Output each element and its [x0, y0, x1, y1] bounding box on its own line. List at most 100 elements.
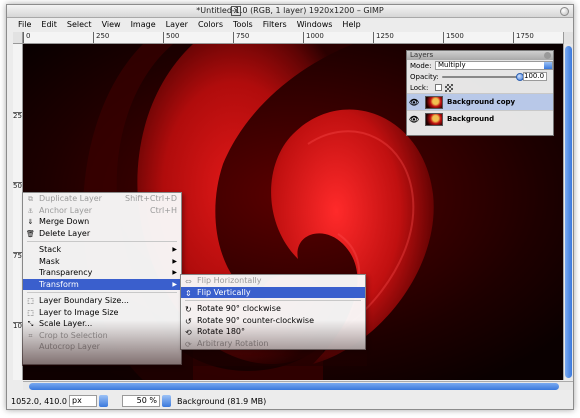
menu-item-layer-boundary-size[interactable]: ⬚ Layer Boundary Size... [23, 295, 181, 307]
anchor-icon: ⚓ [27, 206, 34, 215]
horizontal-scrollbar[interactable] [23, 381, 573, 390]
navigate-icon[interactable] [563, 32, 573, 44]
zoom-field[interactable]: 50 % [122, 395, 160, 407]
menu-item-delete-layer[interactable]: 🗑 Delete Layer [23, 228, 181, 240]
opacity-row: Opacity: 100.0 [407, 71, 553, 82]
menu-item-rotate-90-cw[interactable]: ↻ Rotate 90° clockwise [181, 303, 365, 315]
menu-edit[interactable]: Edit [36, 19, 62, 31]
menu-item-flip-vertically[interactable]: ⇕ Flip Vertically [181, 286, 365, 298]
menu-item-label: Layer Boundary Size... [39, 296, 129, 305]
menu-item-anchor-layer[interactable]: ⚓ Anchor Layer Ctrl+H [23, 205, 181, 217]
quick-mask-toggle[interactable] [13, 32, 23, 44]
menu-item-label: Transparency [39, 268, 93, 277]
ruler-label: 250 [93, 32, 109, 43]
menu-item-scale-layer[interactable]: ⤡ Scale Layer... [23, 318, 181, 330]
lock-label: Lock: [410, 83, 429, 92]
menu-item-arbitrary-rotation[interactable]: ⟳ Arbitrary Rotation [181, 338, 365, 350]
submenu-arrow-icon: ▶ [172, 280, 177, 288]
menu-item-label: Rotate 90° counter-clockwise [197, 315, 315, 325]
status-bar: 1052.0, 410.0 px 50 % Background (81.9 M… [7, 391, 573, 409]
menu-item-autocrop-layer[interactable]: Autocrop Layer [23, 341, 181, 353]
duplicate-icon: ⧉ [28, 195, 33, 203]
layers-panel-header: Layers [407, 51, 553, 60]
menu-item-rotate-180[interactable]: ⟲ Rotate 180° [181, 326, 365, 338]
vertical-scroll-thumb[interactable] [565, 46, 572, 378]
menu-colors[interactable]: Colors [193, 19, 228, 31]
rotate-arbitrary-icon: ⟳ [185, 339, 192, 349]
menu-item-label: Rotate 180° [197, 327, 246, 336]
menu-item-flip-horizontally[interactable]: ⇔ Flip Horizontally [181, 275, 365, 287]
opacity-value[interactable]: 100.0 [523, 72, 547, 81]
menu-item-label: Crop to Selection [39, 330, 108, 340]
menu-item-rotate-90-ccw[interactable]: ↺ Rotate 90° counter-clockwise [181, 315, 365, 327]
ruler-label: 250 [13, 112, 22, 120]
fit-icon: ⬚ [27, 308, 34, 317]
lock-alpha-icon[interactable] [445, 83, 453, 92]
horizontal-scroll-thumb[interactable] [29, 383, 559, 390]
horizontal-ruler[interactable]: 0 250 500 750 1000 1250 1500 1750 [23, 32, 565, 44]
mode-select[interactable]: Multiply [435, 61, 553, 70]
mode-value: Multiply [438, 61, 466, 69]
lock-pixels-checkbox[interactable] [435, 84, 442, 91]
menu-item-label: Transform [39, 279, 79, 289]
menu-item-layer-to-image-size[interactable]: ⬚ Layer to Image Size [23, 307, 181, 319]
unit-dropdown-icon[interactable] [99, 395, 108, 407]
menu-item-stack[interactable]: Stack ▶ [23, 244, 181, 256]
menu-tools[interactable]: Tools [228, 19, 258, 31]
ruler-label: 0 [23, 32, 30, 43]
transform-submenu: ⇔ Flip Horizontally ⇕ Flip Vertically ↻ … [180, 274, 366, 350]
layers-panel: Layers Mode: Multiply Opacity: 100.0 Loc… [406, 50, 554, 136]
menu-item-label: Arbitrary Rotation [197, 338, 269, 348]
eye-icon[interactable]: 👁 [407, 98, 421, 107]
menubar: File Edit Select View Image Layer Colors… [7, 19, 573, 31]
layer-row-background-copy[interactable]: 👁 Background copy [407, 93, 553, 110]
scale-icon: ⤡ [27, 320, 34, 328]
layers-panel-title: Layers [410, 51, 434, 59]
menu-filters[interactable]: Filters [258, 19, 292, 31]
unit-select[interactable]: px [69, 395, 97, 407]
layer-row-background[interactable]: 👁 Background [407, 110, 553, 127]
menu-separator [27, 292, 177, 293]
ruler-label: 1000 [303, 32, 324, 43]
layer-name: Background [447, 115, 495, 123]
menu-item-label: Anchor Layer [39, 205, 93, 215]
eye-icon[interactable]: 👁 [407, 115, 421, 124]
menu-item-transform[interactable]: Transform ▶ [23, 278, 181, 290]
ruler-label: 1250 [373, 32, 394, 43]
boundary-icon: ⬚ [27, 297, 34, 305]
flip-vertical-icon: ⇕ [185, 288, 192, 298]
menu-view[interactable]: View [97, 19, 126, 31]
menu-separator [27, 241, 177, 242]
menu-item-label: Merge Down [39, 217, 90, 226]
zoom-dropdown-icon[interactable] [162, 395, 171, 407]
chevron-down-icon [544, 62, 552, 69]
layer-context-menu: ⧉ Duplicate Layer Shift+Ctrl+D ⚓ Anchor … [22, 192, 182, 365]
shortcut-label: Shift+Ctrl+D [125, 194, 177, 203]
menu-item-mask[interactable]: Mask ▶ [23, 256, 181, 268]
menu-item-duplicate-layer[interactable]: ⧉ Duplicate Layer Shift+Ctrl+D [23, 193, 181, 205]
menu-select[interactable]: Select [62, 19, 97, 31]
menu-item-label: Delete Layer [39, 228, 91, 238]
ruler-label: 1750 [513, 32, 534, 43]
opacity-slider[interactable] [442, 73, 524, 81]
delete-icon: 🗑 [26, 229, 35, 238]
vertical-scrollbar[interactable] [563, 44, 573, 380]
shortcut-label: Ctrl+H [150, 205, 177, 215]
menu-layer[interactable]: Layer [161, 19, 193, 31]
menu-item-label: Stack [39, 245, 62, 254]
ruler-label: 750 [233, 32, 249, 43]
menu-help[interactable]: Help [337, 19, 365, 31]
menu-item-label: Mask [39, 256, 60, 266]
menu-item-crop-to-selection[interactable]: ⌗ Crop to Selection [23, 330, 181, 342]
ruler-label: 500 [13, 182, 22, 190]
menu-item-label: Rotate 90° clockwise [197, 304, 281, 313]
menu-file[interactable]: File [13, 19, 36, 31]
close-icon[interactable] [544, 52, 551, 59]
menu-image[interactable]: Image [126, 19, 161, 31]
menu-windows[interactable]: Windows [292, 19, 338, 31]
menu-item-merge-down[interactable]: ⇓ Merge Down [23, 216, 181, 228]
menu-item-label: Duplicate Layer [39, 194, 102, 203]
close-button[interactable] [560, 7, 569, 16]
menu-item-transparency[interactable]: Transparency ▶ [23, 267, 181, 279]
menu-item-label: Layer to Image Size [39, 307, 119, 317]
